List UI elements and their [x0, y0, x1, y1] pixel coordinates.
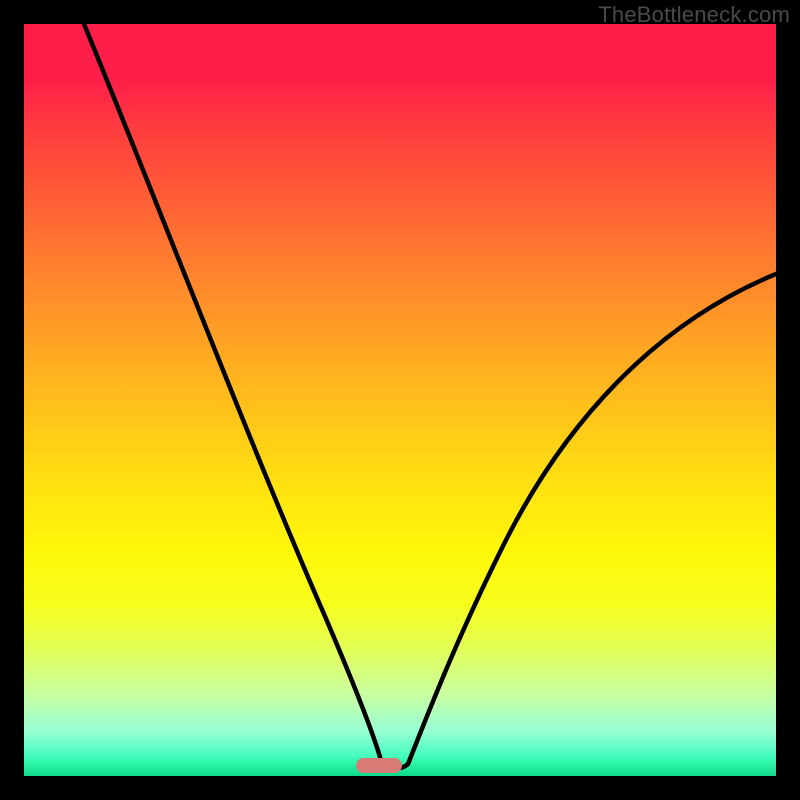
bottleneck-curve — [24, 24, 776, 776]
optimal-marker — [356, 758, 402, 773]
plot-area — [24, 24, 776, 776]
chart-frame: TheBottleneck.com — [0, 0, 800, 800]
watermark-text: TheBottleneck.com — [598, 2, 790, 28]
